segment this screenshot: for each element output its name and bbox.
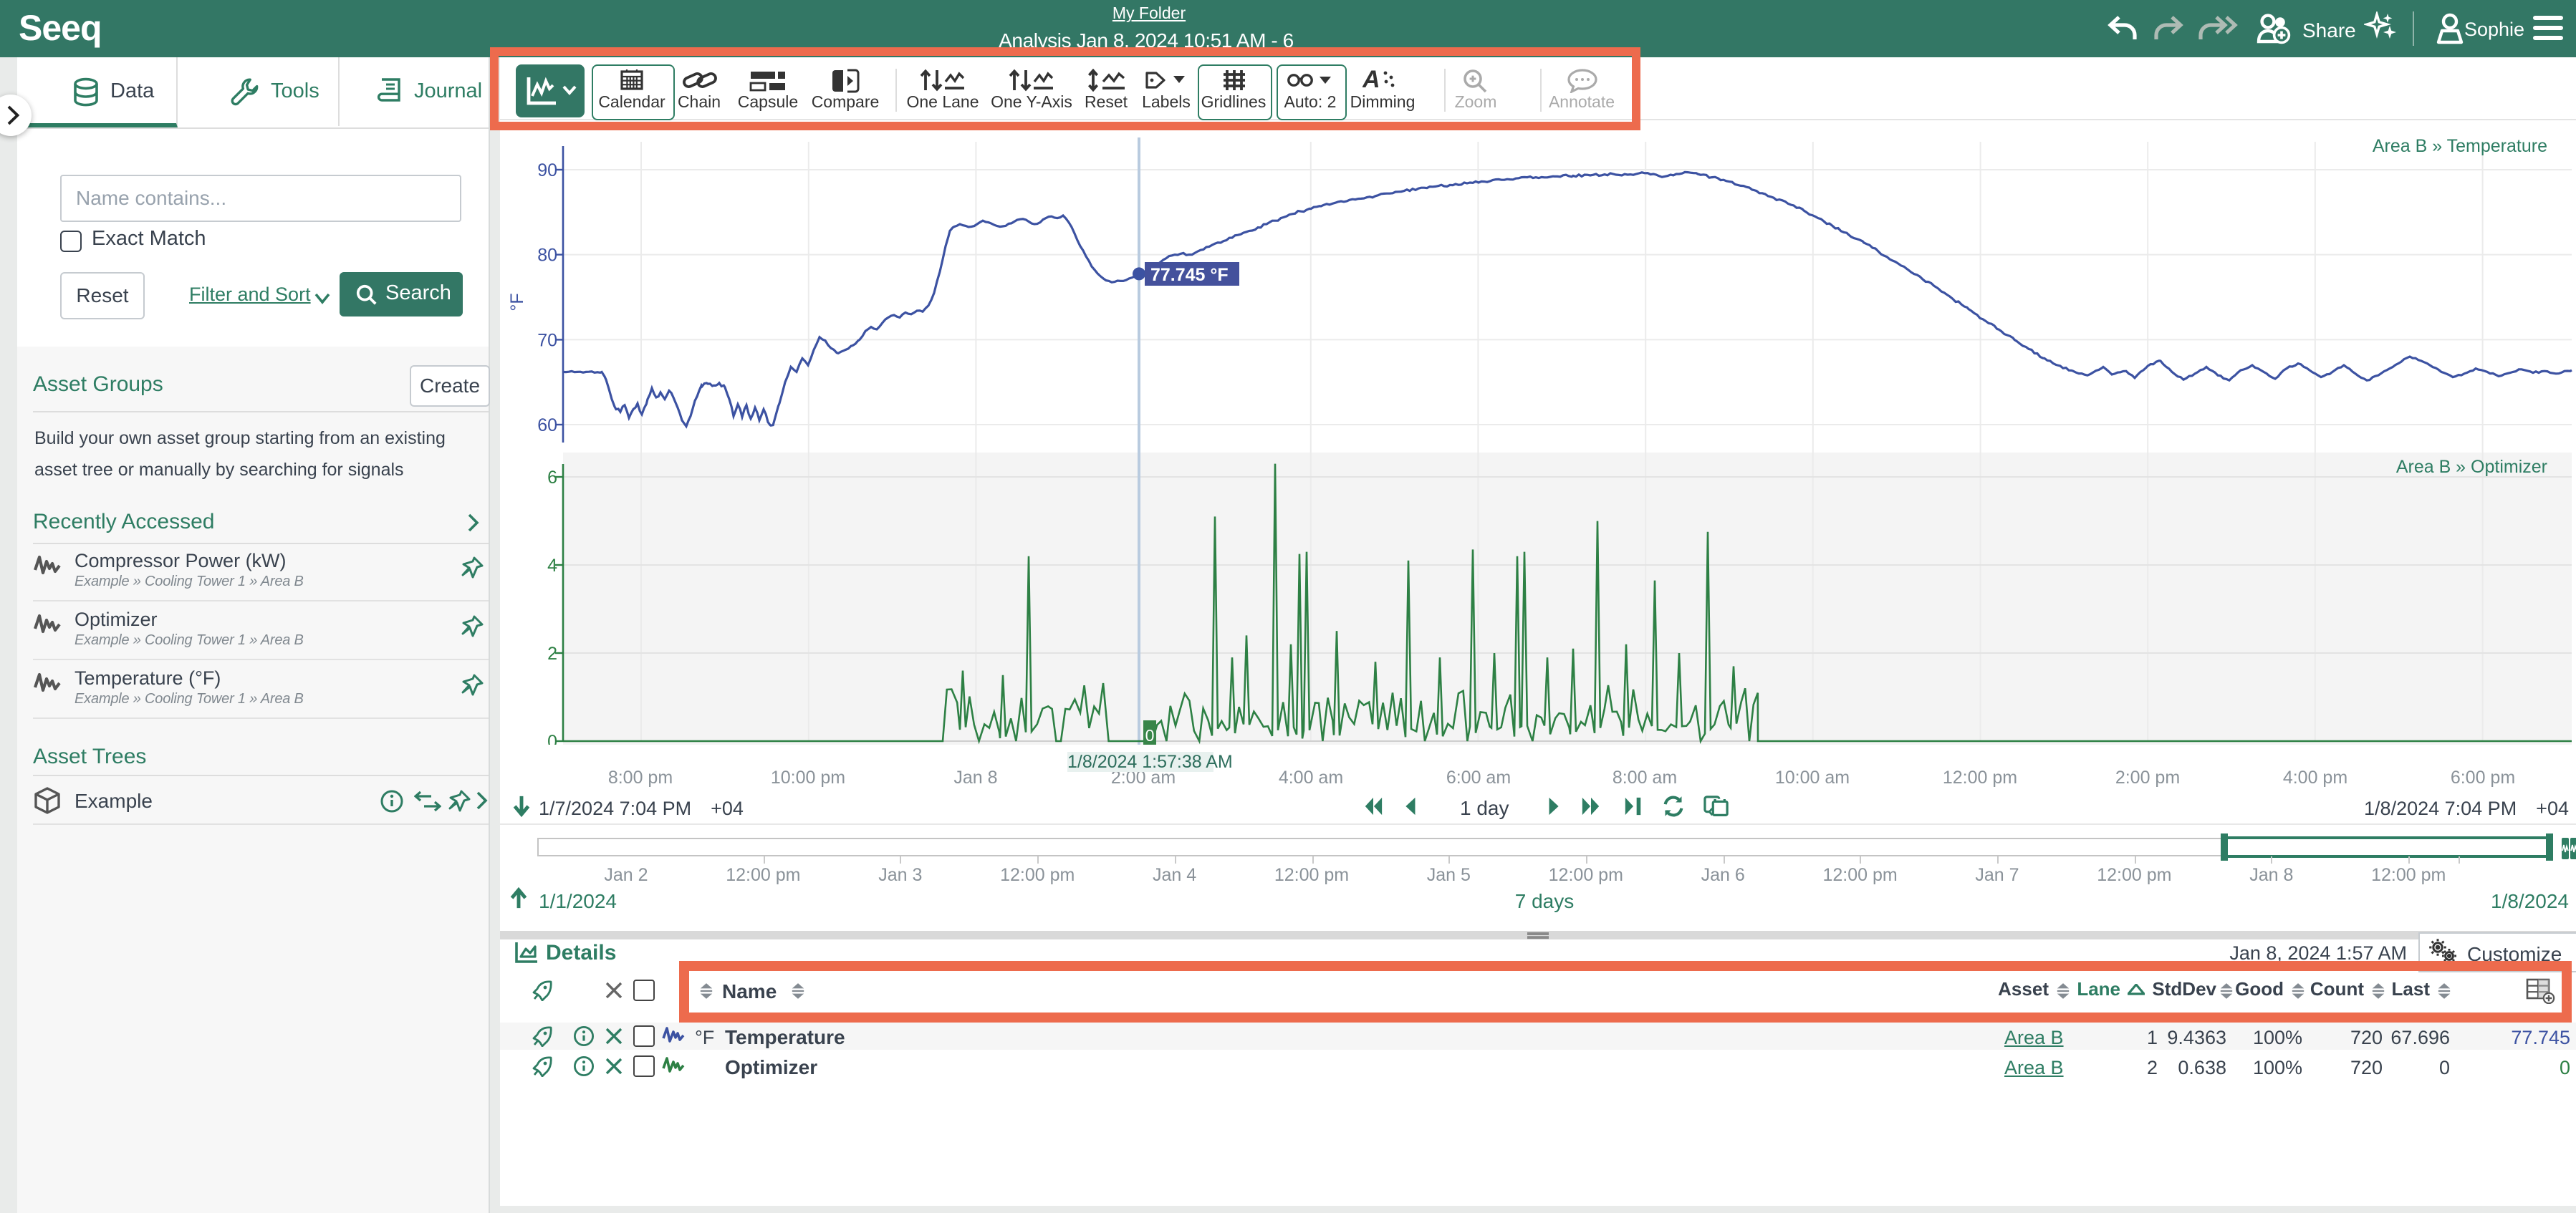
svg-text:4: 4	[547, 556, 557, 576]
svg-text:60: 60	[537, 415, 557, 435]
svg-text:70: 70	[537, 330, 557, 350]
svg-text:0: 0	[1145, 726, 1155, 745]
svg-text:6: 6	[547, 468, 557, 488]
svg-text:Seeq: Seeq	[19, 10, 102, 48]
svg-text:0: 0	[547, 732, 557, 745]
svg-text:°F: °F	[507, 293, 527, 311]
svg-text:77.745 °F: 77.745 °F	[1150, 265, 1229, 285]
svg-text:80: 80	[537, 246, 557, 266]
svg-text:90: 90	[537, 160, 557, 180]
svg-text:2: 2	[547, 644, 557, 664]
